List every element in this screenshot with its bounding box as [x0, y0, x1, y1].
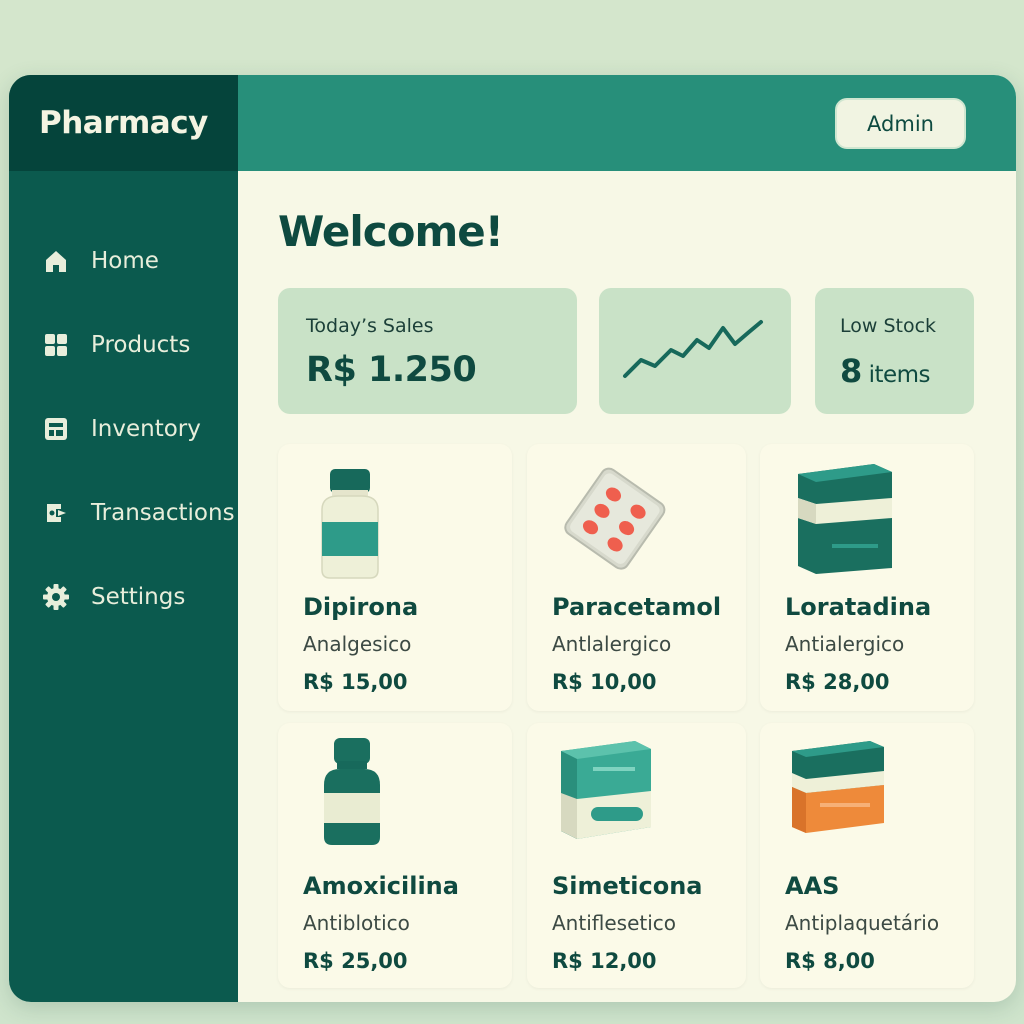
page-title: Welcome! — [278, 207, 504, 256]
product-name: AAS — [785, 872, 840, 900]
sidebar-item-label: Settings — [91, 584, 186, 610]
sidebar-item-label: Inventory — [91, 416, 201, 442]
sidebar-item-label: Home — [91, 248, 159, 274]
product-card-loratadina[interactable]: Loratadina Antialergico R$ 28,00 — [760, 444, 974, 711]
top-bar: Admin — [238, 75, 1016, 171]
product-name: Dipirona — [303, 593, 419, 621]
product-price: R$ 10,00 — [552, 670, 657, 694]
sidebar-item-inventory[interactable]: Inventory — [9, 387, 238, 471]
sidebar-nav: Home Products Inventory Transactions Set… — [9, 219, 238, 639]
product-card-paracetamol[interactable]: Paracetamol Antlalergico R$ 10,00 — [527, 444, 746, 711]
product-category: Analgesico — [303, 632, 412, 656]
sidebar-item-transactions[interactable]: Transactions — [9, 471, 238, 555]
gear-icon — [41, 582, 71, 612]
medicine-box-icon — [798, 464, 892, 574]
low-stock-card: Low Stock 8 items — [815, 288, 974, 414]
sidebar-item-products[interactable]: Products — [9, 303, 238, 387]
product-card-dipirona[interactable]: Dipirona Analgesico R$ 15,00 — [278, 444, 512, 711]
inventory-icon — [41, 414, 71, 444]
product-price: R$ 25,00 — [303, 949, 408, 973]
product-category: Antialergico — [785, 632, 905, 656]
product-image — [527, 444, 746, 589]
sales-label: Today’s Sales — [306, 315, 434, 337]
product-name: Amoxicilina — [303, 872, 459, 900]
home-icon — [41, 246, 71, 276]
product-card-simeticona[interactable]: Simeticona Antiflesetico R$ 12,00 — [527, 723, 746, 988]
product-category: Antlalergico — [552, 632, 672, 656]
medicine-bottle-icon — [324, 738, 380, 845]
sales-trend-card — [599, 288, 791, 414]
product-price: R$ 8,00 — [785, 949, 875, 973]
sidebar-item-settings[interactable]: Settings — [9, 555, 238, 639]
medicine-box-icon — [792, 741, 884, 833]
low-stock-unit: items — [868, 362, 931, 388]
product-name: Paracetamol — [552, 593, 722, 621]
product-category: Antiflesetico — [552, 911, 677, 935]
product-image — [760, 444, 974, 589]
admin-button[interactable]: Admin — [835, 98, 966, 149]
sidebar: Pharmacy Home Products Inventory Transac… — [9, 75, 238, 1002]
sales-value: R$ 1.250 — [306, 350, 477, 390]
todays-sales-card: Today’s Sales R$ 1.250 — [278, 288, 577, 414]
app-window: Pharmacy Home Products Inventory Transac… — [9, 75, 1016, 1002]
medicine-box-icon — [561, 741, 651, 839]
product-card-aas[interactable]: AAS Antiplaquetário R$ 8,00 — [760, 723, 974, 988]
product-card-amoxicilina[interactable]: Amoxicilina Antiblotico R$ 25,00 — [278, 723, 512, 988]
product-price: R$ 12,00 — [552, 949, 657, 973]
product-image — [278, 723, 512, 868]
low-stock-value: 8 items — [840, 352, 931, 390]
pill-bottle-icon — [321, 469, 379, 579]
product-name: Simeticona — [552, 872, 703, 900]
product-price: R$ 15,00 — [303, 670, 408, 694]
product-image — [760, 723, 974, 868]
blister-pack-icon — [564, 467, 666, 570]
sidebar-item-home[interactable]: Home — [9, 219, 238, 303]
product-image — [527, 723, 746, 868]
brand-header: Pharmacy — [9, 75, 238, 171]
product-name: Loratadina — [785, 593, 932, 621]
low-stock-label: Low Stock — [840, 315, 937, 337]
app-title: Pharmacy — [39, 105, 208, 141]
product-category: Antiblotico — [303, 911, 410, 935]
transactions-icon — [41, 498, 71, 528]
sidebar-item-label: Products — [91, 332, 191, 358]
trend-line-icon — [623, 320, 763, 378]
sidebar-item-label: Transactions — [91, 500, 235, 526]
grid-icon — [41, 330, 71, 360]
product-price: R$ 28,00 — [785, 670, 890, 694]
product-category: Antiplaquetário — [785, 911, 940, 935]
low-stock-count: 8 — [840, 352, 862, 390]
product-image — [278, 444, 512, 589]
main-content: Welcome! Today’s Sales R$ 1.250 Low Stoc… — [238, 171, 1016, 1002]
